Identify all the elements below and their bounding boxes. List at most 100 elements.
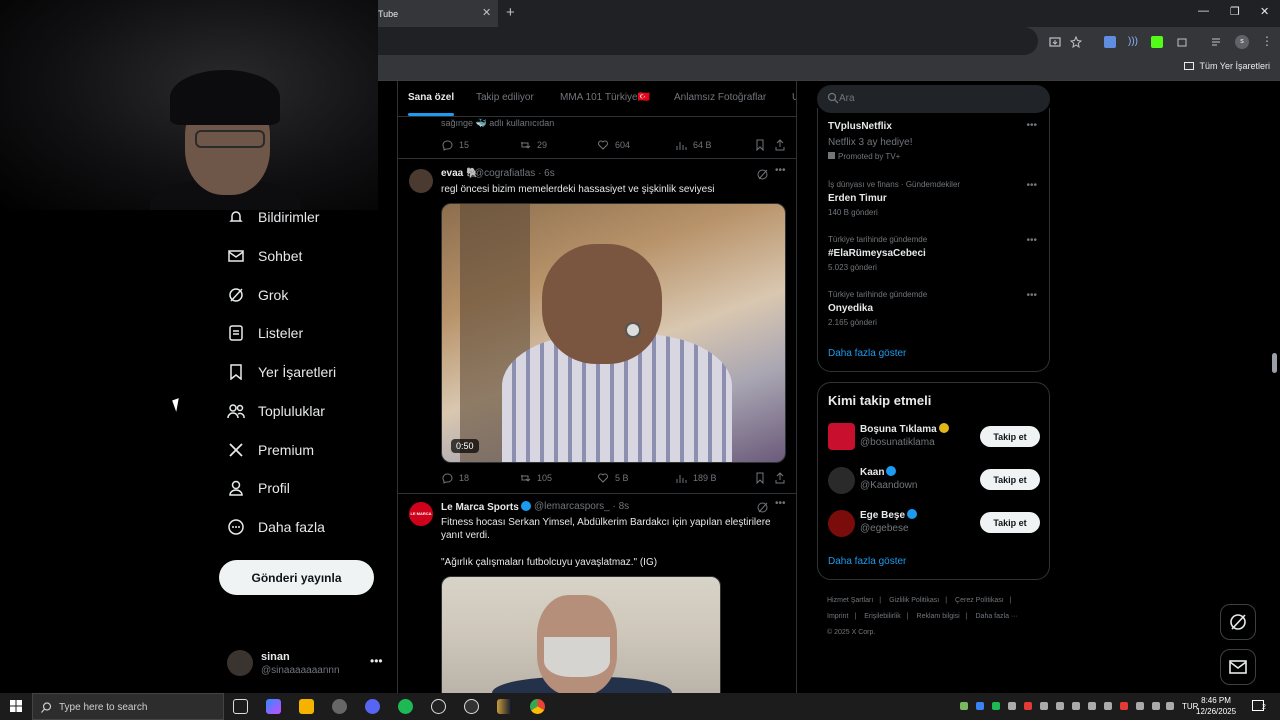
tray-spotify-icon[interactable] <box>992 702 1000 710</box>
tray-antivirus-icon[interactable] <box>1024 702 1032 710</box>
share-icon[interactable] <box>774 139 786 151</box>
tab-anlamsiz-fotograflar[interactable]: Anlamsız Fotoğraflar <box>674 92 766 103</box>
grok-explain-icon[interactable] <box>757 502 768 513</box>
battery-icon[interactable] <box>1166 702 1174 710</box>
app-icon[interactable] <box>464 699 479 714</box>
all-bookmarks-folder[interactable]: Tüm Yer İşaretleri <box>1184 61 1270 71</box>
new-tab-button[interactable]: + <box>506 4 515 21</box>
tray-app-icon[interactable] <box>1056 702 1064 710</box>
tweet-video[interactable] <box>441 576 721 693</box>
minimize-button[interactable]: — <box>1198 5 1209 17</box>
like-button[interactable]: 5 B <box>597 472 629 484</box>
tray-app-icon[interactable] <box>1104 702 1112 710</box>
footer-link-ads-info[interactable]: Reklam bilgisi <box>917 613 960 620</box>
tab-following[interactable]: Takip ediliyor <box>476 92 534 103</box>
bookmark-icon[interactable] <box>754 139 766 151</box>
trend-title[interactable]: TVplusNetflix <box>828 121 892 132</box>
suggested-user-avatar[interactable] <box>828 510 855 537</box>
maximize-button[interactable]: ❐ <box>1230 5 1240 18</box>
nav-premium[interactable]: Premium <box>226 437 314 463</box>
tray-app-icon[interactable] <box>1088 702 1096 710</box>
tweet-author-handle[interactable]: @cografiatlas · 6s <box>474 168 555 179</box>
nav-profile[interactable]: Profil <box>226 475 290 501</box>
suggested-user-name[interactable]: Kaan <box>860 466 897 478</box>
nav-communities[interactable]: Topluluklar <box>226 398 325 424</box>
bluetooth-icon[interactable] <box>976 702 984 710</box>
close-window-button[interactable]: ✕ <box>1260 5 1269 18</box>
nav-more[interactable]: Daha fazla <box>226 514 325 540</box>
trend-more-icon[interactable]: ••• <box>1026 120 1037 131</box>
volume-icon[interactable] <box>1136 702 1144 710</box>
tweet-video[interactable]: 0:50 <box>441 203 786 463</box>
tweet-author-name[interactable]: evaa 🐘 <box>441 168 478 179</box>
star-icon[interactable] <box>1070 36 1082 48</box>
kick-extension-icon[interactable] <box>1151 36 1163 48</box>
profile-avatar-icon[interactable]: s <box>1235 35 1249 49</box>
tweet-more-icon[interactable]: ••• <box>775 165 786 176</box>
tweet-author-handle[interactable]: @lemarcaspors_ · 8s <box>534 501 629 512</box>
who-show-more-link[interactable]: Daha fazla göster <box>828 556 906 567</box>
windows-start-icon[interactable] <box>10 700 22 712</box>
tab-close-icon[interactable]: ✕ <box>482 6 491 19</box>
views-button[interactable]: 189 B <box>675 472 717 484</box>
nav-lists[interactable]: Listeler <box>226 320 303 346</box>
my-handle[interactable]: @sinaaaaaaannn <box>261 665 340 676</box>
footer-link-accessibility[interactable]: Erişilebilirlik <box>864 613 901 620</box>
suggested-user-avatar[interactable] <box>828 467 855 494</box>
trend-title[interactable]: Onyedika <box>828 303 873 314</box>
my-display-name[interactable]: sinan <box>261 651 290 663</box>
tray-record-icon[interactable] <box>1120 702 1128 710</box>
trend-title[interactable]: Erden Timur <box>828 193 887 204</box>
tab-mma-101[interactable]: MMA 101 Türkiye🇹🇷 <box>560 92 650 103</box>
tab-for-you[interactable]: Sana özel <box>408 92 454 103</box>
repost-button[interactable]: 105 <box>519 472 552 484</box>
share-icon[interactable] <box>774 472 786 484</box>
nav-bookmarks[interactable]: Yer İşaretleri <box>226 359 336 385</box>
translate-extension-icon[interactable] <box>1104 36 1116 48</box>
address-bar[interactable] <box>378 27 1038 55</box>
trend-more-icon[interactable]: ••• <box>1026 180 1037 191</box>
my-avatar[interactable] <box>227 650 253 676</box>
follow-button[interactable]: Takip et <box>980 512 1040 533</box>
media-control-icon[interactable] <box>1211 36 1223 48</box>
tweet-avatar[interactable]: LE MARCA <box>409 502 433 526</box>
footer-link-privacy[interactable]: Gizlilik Politikası <box>889 597 939 604</box>
suggested-user-name[interactable]: Boşuna Tıklama <box>860 423 949 435</box>
trends-show-more-link[interactable]: Daha fazla göster <box>828 348 906 359</box>
grok-explain-icon[interactable] <box>757 169 768 180</box>
audio-extension-icon[interactable]: ))) <box>1128 36 1140 48</box>
tray-app-icon[interactable] <box>1040 702 1048 710</box>
taskbar-clock[interactable]: 8:46 PM 12/26/2025 <box>1196 695 1236 717</box>
footer-link-imprint[interactable]: Imprint <box>827 613 848 620</box>
nav-grok[interactable]: Grok <box>226 282 288 308</box>
grok-fab-button[interactable] <box>1220 604 1256 640</box>
trend-more-icon[interactable]: ••• <box>1026 235 1037 246</box>
taskbar-search-input[interactable]: Type here to search <box>32 693 224 720</box>
messages-fab-button[interactable] <box>1220 649 1256 685</box>
reply-button[interactable]: 15 <box>441 139 469 151</box>
chrome-icon[interactable] <box>530 699 545 714</box>
account-more-icon[interactable]: ••• <box>370 654 383 668</box>
repost-button[interactable]: 29 <box>519 139 547 151</box>
footer-link-terms[interactable]: Hizmet Şartları <box>827 597 873 604</box>
spotify-icon[interactable] <box>398 699 413 714</box>
post-button[interactable]: Gönderi yayınla <box>219 560 374 595</box>
tweet-author-name[interactable]: Le Marca Sports <box>441 501 531 513</box>
browser-tab[interactable]: Tube <box>378 0 498 27</box>
obs-icon[interactable] <box>332 699 347 714</box>
league-icon[interactable] <box>497 699 512 714</box>
steam-icon[interactable] <box>431 699 446 714</box>
footer-link-cookies[interactable]: Çerez Politikası <box>955 597 1004 604</box>
trend-title[interactable]: #ElaRümeysaCebeci <box>828 248 926 259</box>
discord-icon[interactable] <box>365 699 380 714</box>
suggested-user-name[interactable]: Ege Beşe <box>860 509 918 521</box>
extensions-puzzle-icon[interactable] <box>1176 36 1188 48</box>
views-button[interactable]: 64 B <box>675 139 712 151</box>
tray-discord-icon[interactable] <box>1008 702 1016 710</box>
page-scrollbar[interactable] <box>1272 353 1277 373</box>
reply-button[interactable]: 18 <box>441 472 469 484</box>
browser-menu-icon[interactable]: ⋮ <box>1261 34 1273 48</box>
tweet-more-icon[interactable]: ••• <box>775 498 786 509</box>
follow-button[interactable]: Takip et <box>980 469 1040 490</box>
follow-button[interactable]: Takip et <box>980 426 1040 447</box>
